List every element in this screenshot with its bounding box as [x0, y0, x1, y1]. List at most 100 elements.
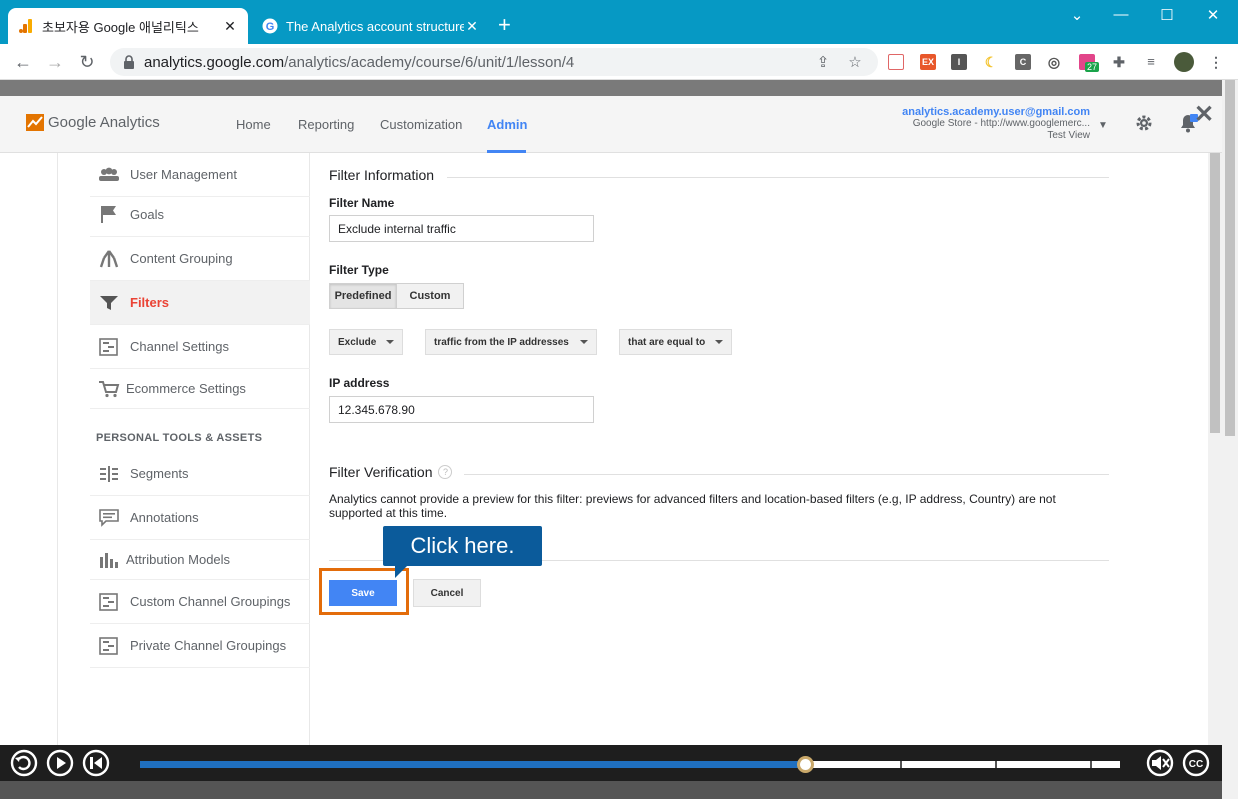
lesson-frame-top — [0, 80, 1238, 96]
closed-captions-icon[interactable]: CC — [1182, 749, 1210, 777]
expression-dropdown[interactable]: that are equal to — [619, 329, 732, 355]
bookmark-star-icon[interactable]: ☆ — [846, 53, 864, 71]
sidebar-item-label: Segments — [130, 466, 189, 481]
nav-admin[interactable]: Admin — [487, 117, 527, 132]
svg-text:G: G — [266, 21, 275, 33]
extension-i-icon[interactable]: I — [951, 54, 967, 70]
account-caret-icon[interactable]: ▼ — [1098, 120, 1108, 131]
url-path: /analytics/academy/course/6/unit/1/lesso… — [284, 53, 575, 71]
maximize-icon[interactable]: ☐ — [1144, 6, 1190, 24]
page-scroll-thumb[interactable] — [1225, 80, 1235, 436]
chevron-down-icon[interactable]: ⌄ — [1054, 6, 1100, 24]
source-dropdown-value: traffic from the IP addresses — [434, 336, 569, 348]
extension-c-icon[interactable]: C — [1015, 54, 1031, 70]
sidebar-item-channel-settings[interactable]: Channel Settings — [90, 325, 310, 369]
account-email: analytics.academy.user@gmail.com — [902, 106, 1090, 118]
bar-chart-icon — [100, 552, 118, 568]
reload-icon[interactable]: ↻ — [76, 51, 98, 73]
sidebar-section-title: PERSONAL TOOLS & ASSETS — [96, 432, 263, 444]
progress-knob[interactable] — [797, 756, 815, 773]
close-lesson-icon[interactable]: ✕ — [1194, 100, 1214, 129]
sidebar-item-filters[interactable]: Filters — [90, 281, 310, 325]
extensions-puzzle-icon[interactable]: ✚ — [1111, 54, 1127, 70]
tab-account-structure[interactable]: G The Analytics account structure ✕ — [252, 8, 490, 44]
extension-note-icon[interactable] — [888, 54, 904, 70]
gear-icon[interactable] — [1134, 113, 1154, 133]
source-dropdown[interactable]: traffic from the IP addresses — [425, 329, 597, 355]
back-icon[interactable]: ← — [12, 51, 34, 73]
replay-icon[interactable] — [10, 749, 38, 777]
extension-moon-icon[interactable]: ☾ — [983, 54, 999, 70]
minimize-icon[interactable]: — — [1098, 6, 1144, 23]
sidebar-item-attribution-models[interactable]: Attribution Models — [90, 540, 310, 580]
section-divider — [447, 177, 1109, 178]
users-icon — [99, 167, 119, 181]
new-tab-icon[interactable]: + — [498, 12, 511, 38]
sidebar-item-label: Private Channel Groupings — [130, 638, 287, 653]
help-icon[interactable]: ? — [438, 465, 453, 479]
extension-globe-icon[interactable]: ◎ — [1046, 54, 1062, 70]
content-scroll-thumb[interactable] — [1210, 153, 1220, 433]
nav-customization[interactable]: Customization — [380, 117, 462, 132]
filter-name-label: Filter Name — [329, 196, 395, 210]
browser-toolbar: ← → ↻ analytics.google.com/analytics/aca… — [0, 44, 1238, 80]
share-icon[interactable]: ⇪ — [814, 53, 832, 71]
analytics-favicon-icon — [19, 19, 32, 33]
play-icon[interactable] — [46, 749, 74, 777]
action-dropdown[interactable]: Exclude — [329, 329, 403, 355]
admin-content: User Management Goals Content Grouping F… — [0, 153, 1238, 745]
sidebar-item-private-channel-groupings[interactable]: Private Channel Groupings — [90, 624, 310, 668]
analytics-logo-icon — [26, 114, 44, 131]
ip-address-input[interactable]: 12.345.678.90 — [329, 396, 594, 423]
skip-back-icon[interactable] — [82, 749, 110, 777]
close-window-icon[interactable]: ✕ — [1190, 6, 1236, 24]
profile-avatar-icon[interactable] — [1174, 52, 1194, 72]
cancel-button[interactable]: Cancel — [413, 579, 481, 607]
nav-reporting[interactable]: Reporting — [298, 117, 354, 132]
callout-pointer — [395, 564, 409, 578]
sidebar-item-segments[interactable]: Segments — [90, 452, 310, 496]
google-favicon-icon: G — [262, 18, 278, 34]
ga-logo-text: Google Analytics — [48, 114, 160, 131]
url-host: analytics.google.com — [144, 53, 285, 71]
extension-badge-count: 27 — [1085, 62, 1100, 72]
filter-type-predefined[interactable]: Predefined — [329, 283, 397, 309]
menu-kebab-icon[interactable]: ⋮ — [1208, 54, 1224, 70]
browser-tab-bar: 초보자용 Google 애널리틱스 ✕ G The Analytics acco… — [0, 0, 1238, 44]
tab-title: 초보자용 Google 애널리틱스 — [42, 19, 199, 35]
cart-icon — [99, 380, 120, 397]
filter-form: Filter Information Filter Name Exclude i… — [329, 153, 1111, 745]
account-property: Google Store - http://www.googlemerc... — [912, 118, 1090, 129]
reading-list-icon[interactable]: ≡ — [1143, 54, 1159, 70]
channel-icon — [99, 337, 118, 356]
sidebar-item-annotations[interactable]: Annotations — [90, 496, 310, 540]
forward-icon[interactable]: → — [44, 51, 66, 73]
content-scrollbar[interactable] — [1208, 153, 1222, 745]
sidebar-item-label: Ecommerce Settings — [126, 381, 246, 396]
sidebar-item-content-grouping[interactable]: Content Grouping — [90, 237, 310, 281]
chevron-down-icon — [386, 340, 394, 344]
ga-header: Google Analytics Home Reporting Customiz… — [0, 96, 1238, 153]
ga-logo[interactable]: Google Analytics — [26, 114, 160, 131]
progress-track[interactable] — [140, 756, 1120, 773]
filter-verification-title: Filter Verification ? — [329, 464, 453, 480]
nav-home[interactable]: Home — [236, 117, 271, 132]
filter-name-input[interactable]: Exclude internal traffic — [329, 215, 594, 242]
sidebar-item-custom-channel-groupings[interactable]: Custom Channel Groupings — [90, 580, 310, 624]
sidebar-item-user-management[interactable]: User Management — [90, 153, 310, 197]
chapter-marker — [1090, 761, 1092, 768]
sidebar-item-ecommerce-settings[interactable]: Ecommerce Settings — [90, 369, 310, 409]
sidebar-item-goals[interactable]: Goals — [90, 192, 310, 237]
page-scrollbar[interactable] — [1222, 80, 1238, 799]
mute-icon[interactable] — [1146, 749, 1174, 777]
address-bar[interactable]: analytics.google.com/analytics/academy/c… — [110, 48, 878, 76]
close-tab-icon[interactable]: ✕ — [222, 18, 238, 35]
extension-ex-icon[interactable]: EX — [920, 54, 936, 70]
close-tab-icon[interactable]: ✕ — [464, 18, 480, 35]
account-selector[interactable]: analytics.academy.user@gmail.com Google … — [902, 106, 1090, 142]
lesson-player-bar: CC — [0, 745, 1222, 781]
tab-ga-beginners[interactable]: 초보자용 Google 애널리틱스 ✕ — [8, 8, 248, 44]
filter-type-custom[interactable]: Custom — [396, 283, 464, 309]
left-margin — [0, 153, 58, 745]
filter-icon — [100, 295, 118, 310]
